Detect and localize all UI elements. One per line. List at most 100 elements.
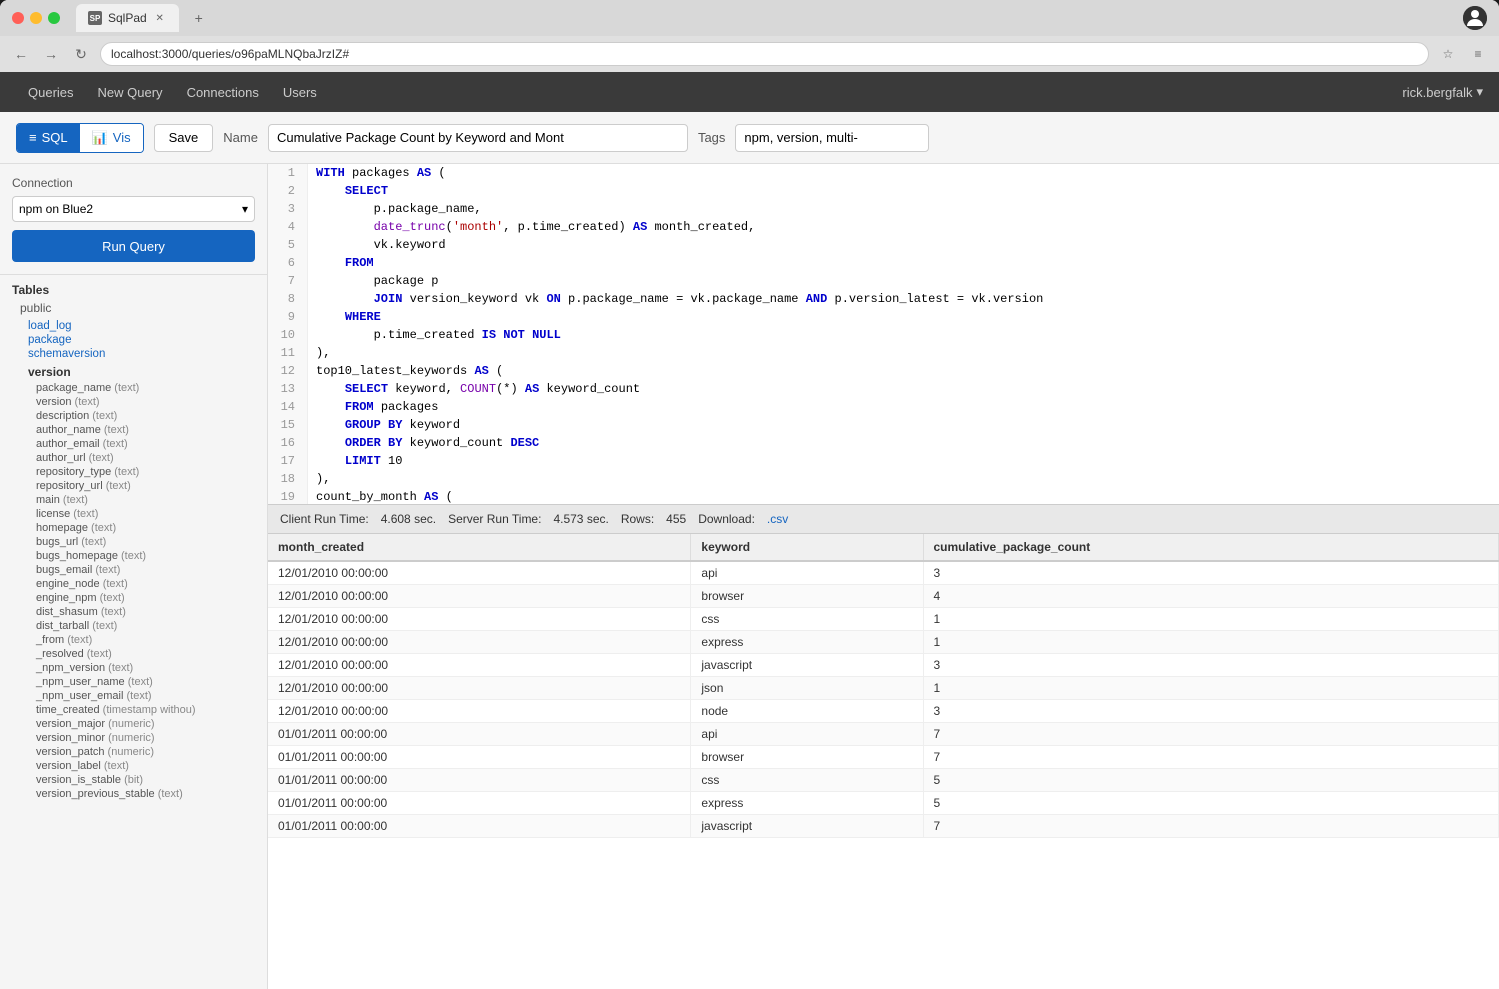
- version-field-time_created: time_created (timestamp withou): [12, 703, 255, 717]
- table-cell: 01/01/2011 00:00:00: [268, 746, 691, 769]
- table-cell: 4: [923, 585, 1499, 608]
- code-line-10: 10 p.time_created IS NOT NULL: [268, 326, 1499, 344]
- line-number: 11: [268, 344, 308, 362]
- line-number: 17: [268, 452, 308, 470]
- results-bar: Client Run Time: 4.608 sec. Server Run T…: [268, 504, 1499, 534]
- table-cell: 01/01/2011 00:00:00: [268, 792, 691, 815]
- user-dropdown-icon: ▾: [1476, 84, 1483, 100]
- line-number: 4: [268, 218, 308, 236]
- browser-toolbar: ← → ↻ localhost:3000/queries/o96paMLNQba…: [0, 36, 1499, 72]
- version-field-version_label: version_label (text): [12, 759, 255, 773]
- table-cell: express: [691, 792, 923, 815]
- table-item-schemaversion[interactable]: schemaversion: [12, 347, 255, 361]
- table-item-package[interactable]: package: [12, 333, 255, 347]
- bookmark-icon[interactable]: ☆: [1437, 43, 1459, 65]
- version-field-author_name: author_name (text): [12, 423, 255, 437]
- line-content: ),: [308, 470, 330, 488]
- nav-new-query[interactable]: New Query: [86, 72, 175, 112]
- column-header-month_created: month_created: [268, 534, 691, 561]
- table-cell: javascript: [691, 654, 923, 677]
- code-line-1: 1WITH packages AS (: [268, 164, 1499, 182]
- table-cell: 12/01/2010 00:00:00: [268, 561, 691, 585]
- address-bar[interactable]: localhost:3000/queries/o96paMLNQbaJrzIZ#: [100, 42, 1429, 66]
- table-cell: 5: [923, 769, 1499, 792]
- csv-download-link[interactable]: .csv: [767, 512, 788, 526]
- table-cell: css: [691, 769, 923, 792]
- line-content: count_by_month AS (: [308, 488, 453, 504]
- schema-heading[interactable]: public: [12, 301, 255, 315]
- table-row: 12/01/2010 00:00:00express1: [268, 631, 1499, 654]
- version-field-author_email: author_email (text): [12, 437, 255, 451]
- code-line-18: 18),: [268, 470, 1499, 488]
- table-row: 12/01/2010 00:00:00api3: [268, 561, 1499, 585]
- table-heading-version[interactable]: version: [28, 365, 255, 379]
- version-field-dist_tarball: dist_tarball (text): [12, 619, 255, 633]
- version-field-license: license (text): [12, 507, 255, 521]
- tags-input[interactable]: [735, 124, 929, 152]
- sql-tab[interactable]: ≡ SQL: [17, 124, 80, 152]
- traffic-lights: [12, 12, 60, 24]
- tables-section: Tables public load_log package schemaver…: [0, 275, 267, 809]
- forward-button[interactable]: →: [40, 43, 62, 65]
- line-content: WITH packages AS (: [308, 164, 446, 182]
- vis-tab[interactable]: 📊 Vis: [80, 124, 143, 152]
- menu-icon[interactable]: ≡: [1467, 43, 1489, 65]
- tab-close-button[interactable]: ✕: [153, 11, 167, 25]
- query-name-input[interactable]: [268, 124, 688, 152]
- maximize-traffic-light[interactable]: [48, 12, 60, 24]
- new-tab-button[interactable]: +: [187, 6, 211, 30]
- table-cell: 1: [923, 677, 1499, 700]
- version-field-author_url: author_url (text): [12, 451, 255, 465]
- code-line-2: 2 SELECT: [268, 182, 1499, 200]
- table-cell: 01/01/2011 00:00:00: [268, 769, 691, 792]
- line-number: 12: [268, 362, 308, 380]
- line-content: FROM packages: [308, 398, 438, 416]
- nav-username: rick.bergfalk: [1402, 85, 1472, 100]
- version-field-version_patch: version_patch (numeric): [12, 745, 255, 759]
- connection-label: Connection: [12, 176, 255, 190]
- sidebar: Connection npm on Blue2 ▾ Run Query Tabl…: [0, 164, 268, 989]
- code-line-17: 17 LIMIT 10: [268, 452, 1499, 470]
- nav-user[interactable]: rick.bergfalk ▾: [1402, 84, 1483, 100]
- app: Queries New Query Connections Users rick…: [0, 72, 1499, 989]
- address-text: localhost:3000/queries/o96paMLNQbaJrzIZ#: [111, 47, 349, 61]
- refresh-button[interactable]: ↻: [70, 43, 92, 65]
- version-field-engine_npm: engine_npm (text): [12, 591, 255, 605]
- version-field-description: description (text): [12, 409, 255, 423]
- version-field-version_major: version_major (numeric): [12, 717, 255, 731]
- version-field-_npm_version: _npm_version (text): [12, 661, 255, 675]
- code-line-8: 8 JOIN version_keyword vk ON p.package_n…: [268, 290, 1499, 308]
- browser-tab[interactable]: SP SqlPad ✕: [76, 4, 179, 32]
- table-row: 01/01/2011 00:00:00javascript7: [268, 815, 1499, 838]
- table-cell: 12/01/2010 00:00:00: [268, 677, 691, 700]
- table-cell: browser: [691, 746, 923, 769]
- line-number: 3: [268, 200, 308, 218]
- vis-tab-label: Vis: [113, 130, 131, 145]
- nav-connections[interactable]: Connections: [175, 72, 271, 112]
- results-table-head: month_createdkeywordcumulative_package_c…: [268, 534, 1499, 561]
- table-row: 01/01/2011 00:00:00api7: [268, 723, 1499, 746]
- results-table: month_createdkeywordcumulative_package_c…: [268, 534, 1499, 838]
- version-field-bugs_url: bugs_url (text): [12, 535, 255, 549]
- table-item-load-log[interactable]: load_log: [12, 319, 255, 333]
- version-field-dist_shasum: dist_shasum (text): [12, 605, 255, 619]
- save-button[interactable]: Save: [154, 124, 214, 152]
- minimize-traffic-light[interactable]: [30, 12, 42, 24]
- browser-chrome: SP SqlPad ✕ + ← → ↻ localhost:3000/queri…: [0, 0, 1499, 72]
- table-cell: javascript: [691, 815, 923, 838]
- nav-users[interactable]: Users: [271, 72, 329, 112]
- run-query-button[interactable]: Run Query: [12, 230, 255, 262]
- line-number: 1: [268, 164, 308, 182]
- code-line-13: 13 SELECT keyword, COUNT(*) AS keyword_c…: [268, 380, 1499, 398]
- table-cell: 12/01/2010 00:00:00: [268, 608, 691, 631]
- connection-select[interactable]: npm on Blue2 ▾: [12, 196, 255, 222]
- table-cell: css: [691, 608, 923, 631]
- table-row: 12/01/2010 00:00:00javascript3: [268, 654, 1499, 677]
- user-avatar: [1463, 6, 1487, 30]
- close-traffic-light[interactable]: [12, 12, 24, 24]
- nav-queries[interactable]: Queries: [16, 72, 86, 112]
- connection-dropdown-icon: ▾: [242, 202, 248, 216]
- tables-heading[interactable]: Tables: [12, 283, 255, 297]
- back-button[interactable]: ←: [10, 43, 32, 65]
- code-editor[interactable]: 1WITH packages AS (2 SELECT3 p.package_n…: [268, 164, 1499, 504]
